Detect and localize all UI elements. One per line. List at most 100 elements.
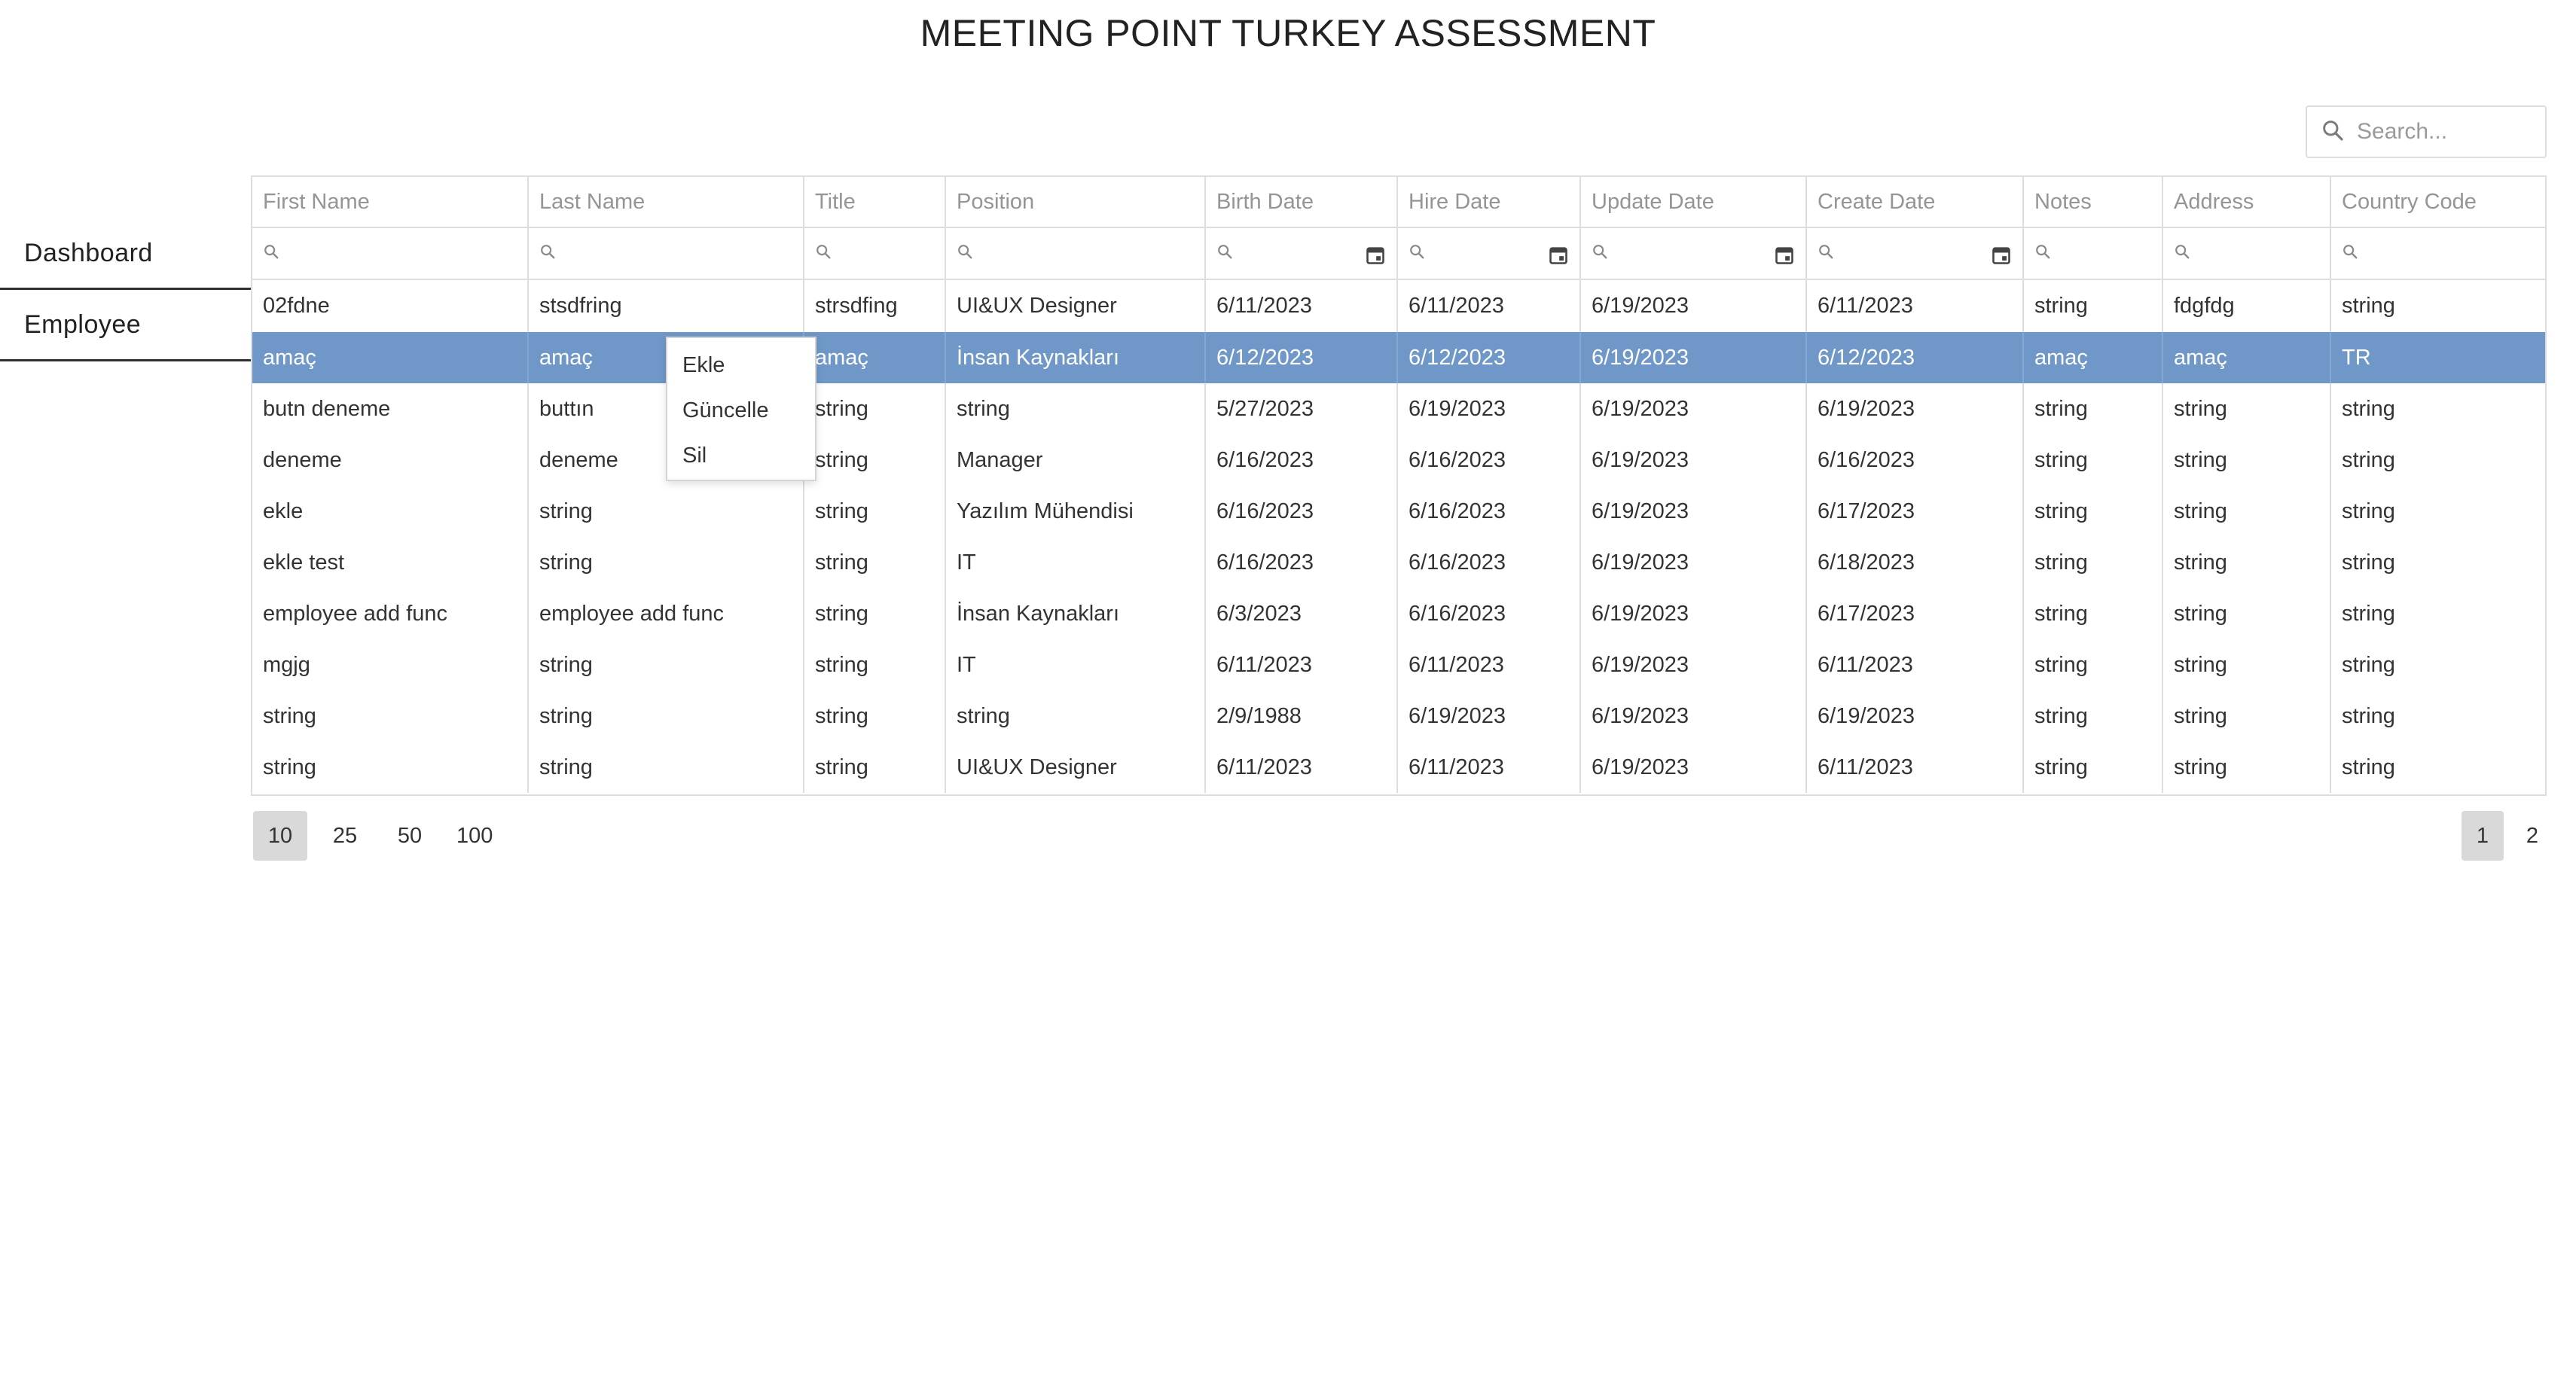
table-row[interactable]: ekle test string string IT 6/16/2023 6/16/202… [252,537,2545,588]
table-cell[interactable]: 6/18/2023 [1806,537,2024,588]
table-cell[interactable]: string [2023,639,2163,691]
table-cell[interactable]: 6/3/2023 [1205,588,1398,639]
table-cell[interactable]: string [945,691,1206,742]
table-cell[interactable]: 6/11/2023 [1397,639,1581,691]
table-cell[interactable]: string [2162,588,2331,639]
table-cell[interactable]: 6/19/2023 [1397,383,1581,434]
column-header-hire-date[interactable]: Hire Date [1397,177,1581,228]
filter-cell-first-name[interactable] [252,227,529,280]
table-cell[interactable]: string [2330,383,2545,434]
table-cell[interactable]: string [2162,537,2331,588]
table-cell[interactable]: 6/19/2023 [1580,639,1807,691]
table-cell[interactable]: amaç [252,332,529,383]
table-cell[interactable]: 6/11/2023 [1806,279,2024,332]
table-cell[interactable]: string [2330,691,2545,742]
calendar-icon[interactable] [1365,245,1386,272]
table-cell[interactable]: string [804,588,946,639]
filter-cell-hire-date[interactable] [1397,227,1581,280]
table-cell[interactable]: UI&UX Designer [945,279,1206,332]
table-cell[interactable]: string [2023,383,2163,434]
column-header-address[interactable]: Address [2162,177,2331,228]
table-cell[interactable]: string [528,742,804,793]
table-cell[interactable]: 02fdne [252,279,529,332]
table-cell[interactable]: string [2023,691,2163,742]
column-header-birth-date[interactable]: Birth Date [1205,177,1398,228]
table-cell[interactable]: 6/12/2023 [1205,332,1398,383]
table-cell[interactable]: amaç [2162,332,2331,383]
column-header-first-name[interactable]: First Name [252,177,529,228]
table-cell[interactable]: IT [945,537,1206,588]
table-cell[interactable]: ekle [252,486,529,537]
menu-item-guncelle[interactable]: Güncelle [667,388,815,433]
table-cell[interactable]: TR [2330,332,2545,383]
table-cell[interactable]: string [2023,486,2163,537]
table-cell[interactable]: 6/19/2023 [1580,332,1807,383]
table-cell[interactable]: deneme [252,434,529,486]
calendar-icon[interactable] [1548,245,1569,272]
filter-cell-update-date[interactable] [1580,227,1807,280]
table-cell[interactable]: string [2023,588,2163,639]
table-cell[interactable]: 6/16/2023 [1397,537,1581,588]
table-row[interactable]: butn deneme buttın string string 5/27/2023 6/… [252,383,2545,434]
filter-cell-create-date[interactable] [1806,227,2024,280]
table-cell[interactable]: UI&UX Designer [945,742,1206,793]
page-size-10[interactable]: 10 [253,811,307,861]
table-cell[interactable]: 6/11/2023 [1397,742,1581,793]
table-cell[interactable]: string [2330,279,2545,332]
table-row[interactable]: ekle string string Yazılım Mühendisi 6/16/20… [252,486,2545,537]
filter-cell-country-code[interactable] [2330,227,2545,280]
table-cell[interactable]: stsdfring [528,279,804,332]
filter-cell-last-name[interactable] [528,227,804,280]
table-cell[interactable]: 6/19/2023 [1806,691,2024,742]
table-cell[interactable]: IT [945,639,1206,691]
table-cell[interactable]: 6/11/2023 [1205,742,1398,793]
menu-item-sil[interactable]: Sil [667,433,815,478]
sidebar-item-dashboard[interactable]: Dashboard [0,218,251,290]
table-cell[interactable]: string [528,486,804,537]
table-cell[interactable]: İnsan Kaynakları [945,332,1206,383]
table-cell[interactable]: 6/16/2023 [1397,434,1581,486]
table-cell[interactable]: string [2330,434,2545,486]
table-cell[interactable]: string [2023,279,2163,332]
table-cell[interactable]: 6/16/2023 [1397,486,1581,537]
table-cell[interactable]: 6/17/2023 [1806,588,2024,639]
page-size-25[interactable]: 25 [318,811,372,861]
table-cell[interactable]: string [945,383,1206,434]
table-cell[interactable]: 6/11/2023 [1806,639,2024,691]
table-row[interactable]: string string string string 2/9/1988 6/19/202… [252,691,2545,742]
table-cell[interactable]: string [804,639,946,691]
table-row[interactable]: amaç amaç amaç İnsan Kaynakları 6/12/2023 6/1… [252,332,2545,383]
table-cell[interactable]: 6/11/2023 [1397,279,1581,332]
table-cell[interactable]: 6/16/2023 [1397,588,1581,639]
column-header-update-date[interactable]: Update Date [1580,177,1807,228]
table-cell[interactable]: mgjg [252,639,529,691]
column-header-last-name[interactable]: Last Name [528,177,804,228]
table-cell[interactable]: 6/19/2023 [1580,537,1807,588]
menu-item-ekle[interactable]: Ekle [667,343,815,388]
table-cell[interactable]: 6/11/2023 [1205,279,1398,332]
table-cell[interactable]: employee add func [252,588,529,639]
table-cell[interactable]: 6/19/2023 [1397,691,1581,742]
calendar-icon[interactable] [1991,245,2012,272]
column-header-position[interactable]: Position [945,177,1206,228]
table-cell[interactable]: string [2162,434,2331,486]
table-cell[interactable]: 6/12/2023 [1806,332,2024,383]
table-cell[interactable]: Yazılım Mühendisi [945,486,1206,537]
table-cell[interactable]: 6/19/2023 [1580,588,1807,639]
table-cell[interactable]: 6/16/2023 [1806,434,2024,486]
table-cell[interactable]: string [2330,639,2545,691]
table-cell[interactable]: string [2330,588,2545,639]
table-row[interactable]: mgjg string string IT 6/11/2023 6/11/2023 6/19… [252,639,2545,691]
table-cell[interactable]: string [2023,434,2163,486]
column-header-title[interactable]: Title [804,177,946,228]
table-cell[interactable]: butn deneme [252,383,529,434]
table-cell[interactable]: amaç [804,332,946,383]
table-cell[interactable]: Manager [945,434,1206,486]
table-cell[interactable]: string [2162,486,2331,537]
page-button-1[interactable]: 1 [2462,811,2504,861]
table-cell[interactable]: amaç [2023,332,2163,383]
table-cell[interactable]: 6/19/2023 [1580,742,1807,793]
table-cell[interactable]: 2/9/1988 [1205,691,1398,742]
page-size-100[interactable]: 100 [447,811,502,861]
table-cell[interactable]: string [2162,691,2331,742]
